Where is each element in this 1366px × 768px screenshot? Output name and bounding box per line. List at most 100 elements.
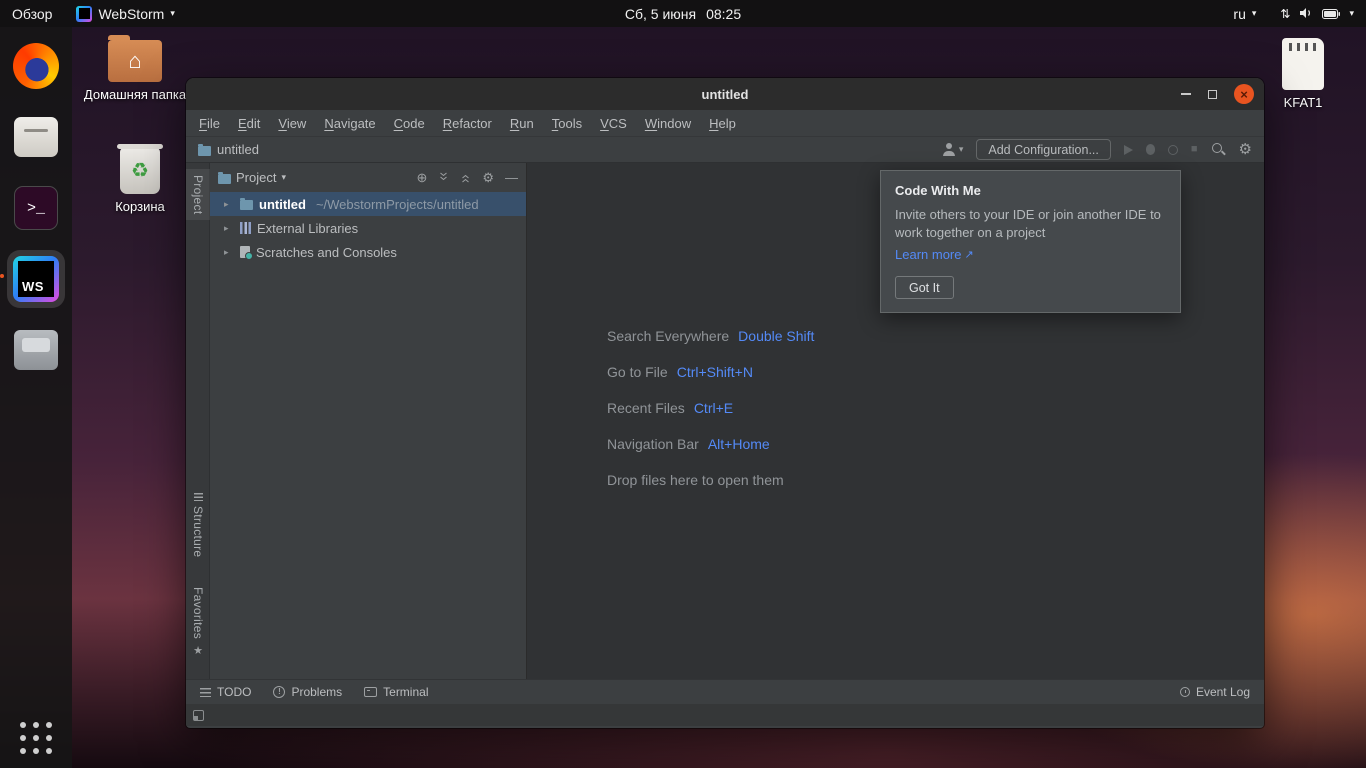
breadcrumb[interactable]: untitled: [198, 142, 259, 157]
menu-window[interactable]: Window: [636, 113, 700, 134]
menu-edit[interactable]: Edit: [229, 113, 269, 134]
menu-run[interactable]: Run: [501, 113, 543, 134]
learn-more-link[interactable]: Learn more ↗: [895, 247, 974, 262]
profiler-icon[interactable]: [1168, 145, 1178, 155]
popup-body: Invite others to your IDE or join anothe…: [895, 206, 1165, 242]
tree-row-scratches[interactable]: ▸ Scratches and Consoles: [210, 240, 526, 264]
chevron-right-icon[interactable]: ▸: [224, 223, 234, 234]
chevron-right-icon[interactable]: ▸: [224, 199, 234, 210]
breadcrumb-label: untitled: [217, 142, 259, 157]
tree-row-external-libraries[interactable]: ▸ External Libraries: [210, 216, 526, 240]
empty-editor-shortcuts: Search Everywhere Double Shift Go to Fil…: [607, 318, 814, 498]
desktop-icon-usb[interactable]: KFAT1: [1248, 38, 1358, 110]
project-panel-title[interactable]: Project: [236, 170, 276, 185]
event-log-button[interactable]: Event Log: [1180, 685, 1250, 699]
code-with-me-button[interactable]: ▾: [942, 143, 964, 156]
show-applications-button[interactable]: [20, 722, 52, 754]
dock: >_ WS: [0, 27, 72, 768]
structure-icon: [194, 493, 203, 501]
tool-window-toggle-icon[interactable]: [193, 710, 204, 721]
window-title: untitled: [702, 87, 749, 102]
chevron-down-icon: ▾: [1349, 8, 1354, 19]
status-bar: [186, 704, 1264, 726]
menu-navigate[interactable]: Navigate: [315, 113, 384, 134]
keyboard-layout-label: ru: [1233, 6, 1245, 22]
window-titlebar[interactable]: untitled ×: [186, 78, 1264, 110]
dock-item-firefox[interactable]: [7, 37, 65, 95]
stop-icon[interactable]: ■: [1191, 144, 1198, 155]
chevron-down-icon: ▾: [170, 8, 175, 19]
desktop-icon-label: Корзина: [115, 199, 165, 214]
usb-card-icon: [1282, 38, 1324, 90]
folder-icon: [198, 146, 211, 156]
star-icon: ★: [193, 644, 203, 657]
menu-vcs[interactable]: VCS: [591, 113, 636, 134]
todo-icon: [200, 688, 211, 697]
desktop-icon-home[interactable]: ⌂ Домашняя папка: [80, 32, 190, 102]
battery-icon: [1322, 6, 1340, 22]
menu-view[interactable]: View: [269, 113, 315, 134]
hide-panel-icon[interactable]: ―: [505, 171, 518, 184]
project-icon: [218, 174, 231, 184]
expand-all-icon[interactable]: [438, 170, 449, 185]
event-log-icon: [1180, 687, 1190, 697]
activities-button[interactable]: Обзор: [0, 0, 64, 27]
problems-tool-button[interactable]: ! Problems: [273, 685, 342, 699]
firefox-icon: [13, 43, 59, 89]
trash-icon: ♻: [120, 148, 160, 194]
stripe-tab-project[interactable]: Project: [186, 169, 210, 220]
search-everywhere-icon[interactable]: [1211, 142, 1226, 157]
recycle-icon: ♻: [131, 161, 149, 181]
project-tree: ▸ untitled ~/WebstormProjects/untitled ▸…: [210, 192, 526, 264]
menu-file[interactable]: File: [190, 113, 229, 134]
tool-window-stripe: Project Structure Favorites ★: [186, 163, 210, 679]
desktop-icon-label: Домашняя папка: [84, 87, 186, 102]
project-panel-header: Project ▾ ⊕ ⚙ ―: [210, 163, 526, 192]
chevron-down-icon[interactable]: ▾: [281, 172, 286, 183]
dock-item-webstorm[interactable]: WS: [7, 250, 65, 308]
chevron-right-icon[interactable]: ▸: [224, 247, 234, 258]
chevron-down-icon: ▾: [1252, 8, 1257, 19]
menu-refactor[interactable]: Refactor: [434, 113, 501, 134]
collapse-all-icon[interactable]: [460, 170, 471, 185]
webstorm-icon: [76, 6, 92, 22]
menu-tools[interactable]: Tools: [543, 113, 591, 134]
folder-icon: [240, 200, 253, 210]
clock-time: 08:25: [706, 6, 741, 22]
files-icon: [14, 117, 58, 157]
keyboard-layout-button[interactable]: ru ▾: [1221, 0, 1268, 27]
minimize-button[interactable]: [1181, 93, 1191, 95]
webstorm-icon: WS: [13, 256, 59, 302]
user-icon: [942, 143, 956, 156]
libraries-icon: [240, 222, 251, 234]
close-button[interactable]: ×: [1234, 84, 1254, 104]
desktop-icon-trash[interactable]: ♻ Корзина: [85, 148, 195, 214]
webstorm-window: untitled × File Edit View Navigate Code …: [186, 78, 1264, 728]
app-menu-button[interactable]: WebStorm ▾: [64, 0, 186, 27]
dock-item-files[interactable]: [7, 108, 65, 166]
run-icon[interactable]: [1124, 145, 1133, 155]
menu-help[interactable]: Help: [700, 113, 745, 134]
locate-file-icon[interactable]: ⊕: [416, 171, 427, 184]
system-tray-button[interactable]: ⇅ ▾: [1268, 0, 1366, 27]
menu-code[interactable]: Code: [385, 113, 434, 134]
add-configuration-button[interactable]: Add Configuration...: [976, 139, 1111, 160]
stripe-tab-favorites[interactable]: Favorites ★: [186, 587, 210, 657]
dock-item-terminal[interactable]: >_: [7, 179, 65, 237]
got-it-button[interactable]: Got It: [895, 276, 954, 299]
terminal-tool-button[interactable]: Terminal: [364, 685, 428, 699]
debug-icon[interactable]: [1146, 144, 1155, 155]
stripe-tab-structure[interactable]: Structure: [186, 493, 210, 557]
drive-icon: [14, 330, 58, 370]
panel-settings-icon[interactable]: ⚙: [482, 171, 494, 184]
tree-row-project-root[interactable]: ▸ untitled ~/WebstormProjects/untitled: [210, 192, 526, 216]
todo-tool-button[interactable]: TODO: [200, 685, 251, 699]
maximize-button[interactable]: [1208, 90, 1217, 99]
clock-date: Сб, 5 июня: [625, 6, 696, 22]
clock-button[interactable]: Сб, 5 июня 08:25: [625, 6, 741, 22]
settings-gear-icon[interactable]: ⚙: [1239, 142, 1252, 157]
scratches-icon: [240, 246, 250, 258]
popup-title: Code With Me: [895, 183, 1166, 198]
problems-icon: !: [273, 686, 285, 698]
dock-item-usb-drive[interactable]: [7, 321, 65, 379]
